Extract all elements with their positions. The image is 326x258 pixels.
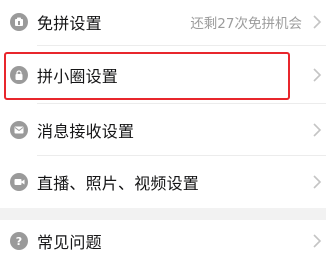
chevron-right-icon (313, 123, 322, 137)
settings-item-label: 拼小圈设置 (37, 67, 119, 86)
section-gap (0, 208, 326, 220)
chevron-right-icon (313, 234, 322, 248)
settings-item-label: 免拼设置 (37, 14, 102, 33)
free-group-count: 还剩27次免拼机会 (190, 16, 302, 32)
settings-item-free-group[interactable]: 免拼设置 还剩27次免拼机会 (0, 0, 326, 46)
chevron-right-icon (313, 15, 322, 29)
settings-item-label: 直播、照片、视频设置 (37, 174, 200, 193)
settings-item-faq[interactable]: ? 常见问题 (0, 220, 326, 258)
settings-item-label: 消息接收设置 (37, 122, 135, 141)
lock-bag-icon (10, 66, 28, 84)
chevron-right-icon (313, 175, 322, 189)
free-group-icon (10, 13, 28, 31)
settings-item-media[interactable]: 直播、照片、视频设置 (0, 156, 326, 208)
settings-item-label: 常见问题 (37, 233, 102, 252)
question-icon: ? (10, 232, 28, 250)
mail-icon (10, 121, 28, 139)
chevron-right-icon (313, 68, 322, 82)
settings-item-message[interactable]: 消息接收设置 (0, 104, 326, 156)
settings-list: 免拼设置 还剩27次免拼机会 拼小圈设置 消息接收设置 直播、照片、视频设置 ?… (0, 0, 326, 258)
svg-text:?: ? (16, 235, 22, 247)
settings-item-group-circle[interactable]: 拼小圈设置 (0, 46, 326, 104)
video-camera-icon (10, 173, 28, 191)
